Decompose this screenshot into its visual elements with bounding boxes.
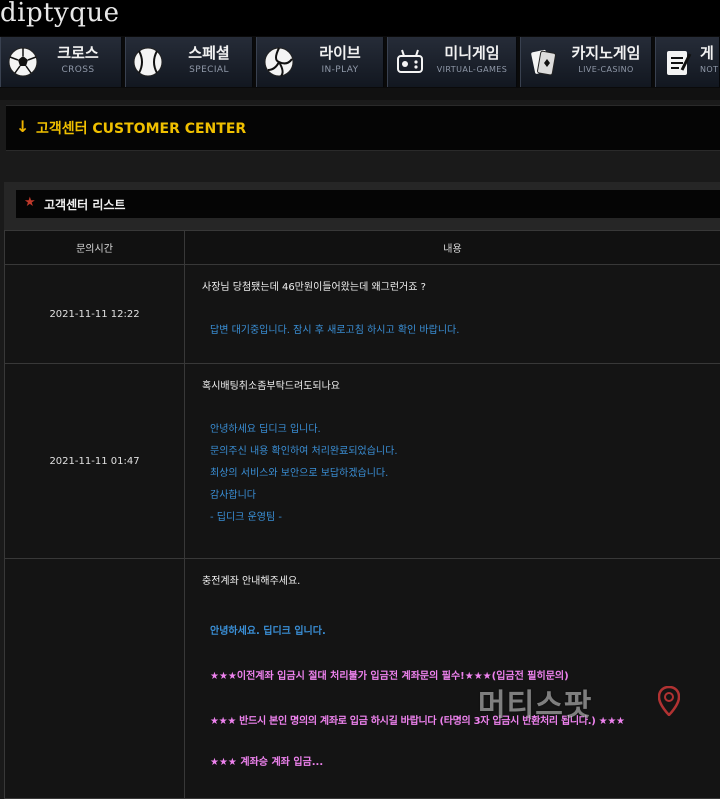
table-row[interactable]: 2021-11-11 01:47 혹시배팅취소좀부탁드려도되나요 안녕하세요 딥… (5, 364, 720, 559)
page-title: 고객센터 CUSTOMER CENTER (36, 118, 246, 138)
nav-label-en: SPECIAL (170, 63, 248, 77)
nav-label-ko: 스페셜 (170, 43, 248, 63)
column-header-content: 내용 (185, 231, 720, 265)
nav-label-en: LIVE-CASINO (563, 63, 649, 77)
nav-cross[interactable]: 크로스 CROSS (0, 37, 122, 87)
nav-divider (0, 88, 720, 100)
nav-special[interactable]: 스페셜 SPECIAL (125, 37, 253, 87)
arrow-down-icon: ↓ (16, 117, 29, 136)
inquiry-time: 2021-11-11 01:47 (5, 364, 185, 559)
volleyball-icon (263, 46, 295, 78)
nav-label-ko: 게 (700, 43, 720, 63)
casino-cards-icon (527, 46, 559, 78)
table-row[interactable]: 2021-11-11 12:22 사장님 당첨됐는데 46만원이들어왔는데 왜그… (5, 265, 720, 364)
list-title: 고객센터 리스트 (44, 196, 125, 213)
column-header-time: 문의시간 (5, 231, 185, 265)
baseball-icon (132, 46, 164, 78)
inquiry-content: 충전계좌 안내해주세요. 안녕하세요. 딥디크 입니다. ★★★이전계좌 입금시… (185, 559, 720, 799)
inquiry-question: 충전계좌 안내해주세요. (186, 560, 719, 592)
table-header-row: 문의시간 내용 (5, 231, 720, 265)
inquiry-answer-line: 문의주신 내용 확인하여 처리완료되었습니다. (186, 441, 719, 463)
inquiry-time (5, 559, 185, 799)
nav-label-en: VIRTUAL-GAMES (430, 63, 514, 77)
nav-label-en: NOT (700, 63, 720, 77)
notepad-icon (662, 46, 694, 78)
inquiry-time: 2021-11-11 12:22 (5, 265, 185, 364)
inquiry-answer-line: 감사합니다 (186, 485, 719, 507)
main-nav: 크로스 CROSS 스페셜 SPECIAL 라이브 IN-PLAY (0, 36, 720, 88)
nav-notice[interactable]: 게 NOT (655, 37, 720, 87)
soccer-ball-icon (7, 46, 39, 78)
nav-live-casino[interactable]: 카지노게임 LIVE-CASINO (520, 37, 652, 87)
inquiry-content: 사장님 당첨됐는데 46만원이들어왔는데 왜그런거죠 ? 답변 대기중입니다. … (185, 265, 720, 364)
nav-label-ko: 미니게임 (430, 43, 514, 63)
nav-label-ko: 카지노게임 (563, 43, 649, 63)
table-row[interactable]: 충전계좌 안내해주세요. 안녕하세요. 딥디크 입니다. ★★★이전계좌 입금시… (5, 559, 720, 799)
inquiry-answer-line: 답변 대기중입니다. 잠시 후 새로고침 하시고 확인 바랍니다. (186, 320, 719, 342)
watermark-text: 머티스팟 (478, 680, 592, 724)
mini-game-icon (394, 46, 426, 78)
nav-label-ko: 크로스 (41, 43, 115, 63)
customer-center-list-panel: ★ 고객센터 리스트 문의시간 내용 2021-11-11 12:22 사장님 … (4, 182, 720, 756)
inquiry-content: 혹시배팅취소좀부탁드려도되나요 안녕하세요 딥디크 입니다. 문의주신 내용 확… (185, 364, 720, 559)
star-icon: ★ (24, 195, 36, 210)
site-logo[interactable]: diptyque (0, 0, 120, 28)
nav-live[interactable]: 라이브 IN-PLAY (256, 37, 384, 87)
nav-label-ko: 라이브 (301, 43, 379, 63)
nav-label-en: CROSS (41, 63, 115, 77)
map-pin-icon (658, 686, 680, 716)
inquiry-question: 혹시배팅취소좀부탁드려도되나요 (186, 365, 719, 397)
inquiry-answer-line: 최상의 서비스와 보안으로 보답하겠습니다. (186, 463, 719, 485)
nav-mini-games[interactable]: 미니게임 VIRTUAL-GAMES (387, 37, 517, 87)
inquiry-answer-greeting: 안녕하세요. 딥디크 입니다. (186, 622, 719, 637)
inquiry-answer-line: - 딥디크 운영팀 - (186, 507, 719, 529)
list-header: ★ 고객센터 리스트 (16, 190, 720, 218)
deposit-notice: ★★★ 계좌승 계좌 입금... (186, 753, 719, 768)
customer-center-header: ↓ 고객센터 CUSTOMER CENTER (6, 105, 720, 151)
inquiry-question: 사장님 당첨됐는데 46만원이들어왔는데 왜그런거죠 ? (186, 266, 719, 298)
nav-label-en: IN-PLAY (301, 63, 379, 77)
inquiry-answer-line: 안녕하세요 딥디크 입니다. (186, 419, 719, 441)
top-bar: diptyque (0, 0, 720, 36)
watermark: 머티스팟 (478, 680, 698, 724)
